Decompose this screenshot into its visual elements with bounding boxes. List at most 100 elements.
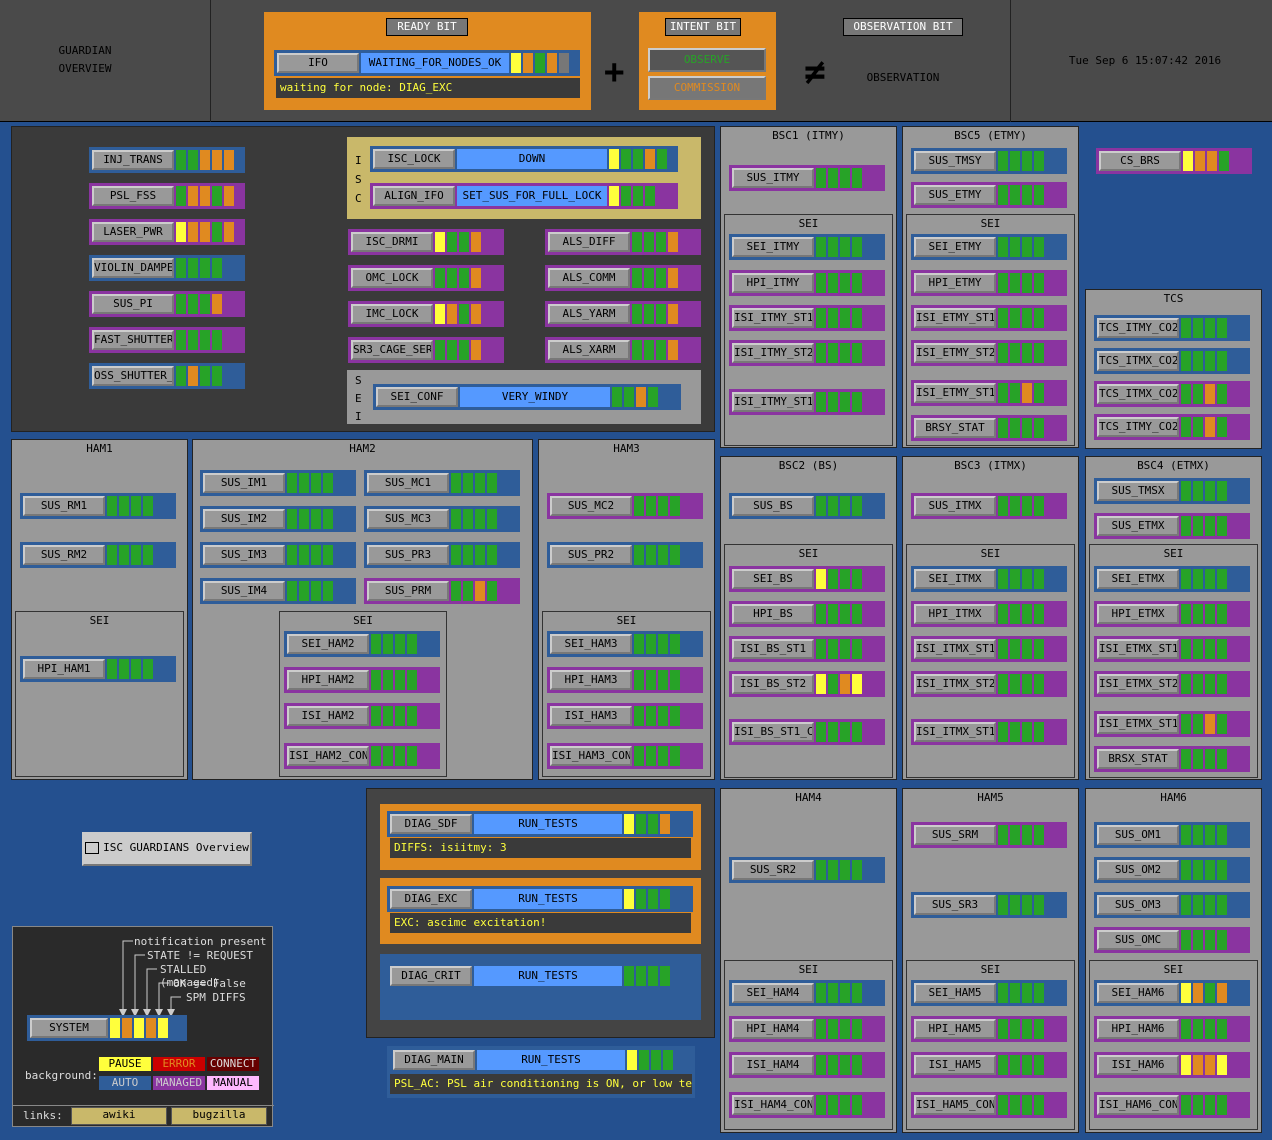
guardian-node[interactable]: SUS_IM3 — [200, 542, 356, 568]
node-button[interactable]: SUS_TMSY — [914, 151, 996, 171]
node-button[interactable]: ISI_HAM2_CONF — [287, 746, 369, 766]
node-button[interactable]: ISI_HAM6 — [1097, 1055, 1179, 1075]
guardian-node[interactable]: SUS_RM2 — [20, 542, 176, 568]
guardian-node[interactable]: HPI_HAM1 — [20, 656, 176, 682]
guardian-node[interactable]: ALS_COMM — [545, 265, 701, 291]
node-button[interactable]: IMC_LOCK — [351, 304, 433, 324]
node-button[interactable]: SEI_HAM6 — [1097, 983, 1179, 1003]
node-button[interactable]: SEI_HAM5 — [914, 983, 996, 1003]
node-button[interactable]: TCS_ITMX_CO2 — [1097, 351, 1179, 371]
node-button[interactable]: CS_BRS — [1099, 151, 1181, 171]
node-button[interactable]: SUS_IM4 — [203, 581, 285, 601]
node-button[interactable]: ISI_ETMY_ST2 — [914, 343, 996, 363]
guardian-node[interactable]: SUS_SRM — [911, 822, 1067, 848]
guardian-node[interactable]: SEI_BS — [729, 566, 885, 592]
guardian-node[interactable]: SUS_SR2 — [729, 857, 885, 883]
node-button[interactable]: SUS_RM2 — [23, 545, 105, 565]
node-button[interactable]: ISI_BS_ST1 — [732, 639, 814, 659]
node-button[interactable]: PSL_FSS — [92, 186, 174, 206]
node-button[interactable]: TCS_ITMY_CO2_PWR — [1097, 417, 1179, 437]
node-button[interactable]: HPI_ITMX — [914, 604, 996, 624]
guardian-node[interactable]: HPI_HAM4 — [729, 1016, 885, 1042]
guardian-node[interactable]: ISI_HAM6 — [1094, 1052, 1250, 1078]
node-button[interactable]: DIAG_EXC — [390, 889, 472, 909]
node-button[interactable]: SUS_PR3 — [367, 545, 449, 565]
guardian-node[interactable]: SEI_CONF VERY_WINDY — [373, 384, 681, 410]
guardian-node[interactable]: ISI_ETMY_ST2 — [911, 340, 1067, 366]
guardian-node[interactable]: LASER_PWR — [89, 219, 245, 245]
guardian-node[interactable]: SEI_ITMX — [911, 566, 1067, 592]
node-button[interactable]: VIOLIN_DAMPER — [92, 258, 174, 278]
node-button[interactable]: SUS_PI — [92, 294, 174, 314]
node-button[interactable]: INJ_TRANS — [92, 150, 174, 170]
guardian-node[interactable]: HPI_HAM2 — [284, 667, 440, 693]
node-button[interactable]: SUS_PRM — [367, 581, 449, 601]
node-button[interactable]: SUS_ETMY — [914, 185, 996, 205]
guardian-node[interactable]: SUS_IM1 — [200, 470, 356, 496]
guardian-node[interactable]: SUS_SR3 — [911, 892, 1067, 918]
guardian-node[interactable]: OMC_LOCK — [348, 265, 504, 291]
guardian-node[interactable]: ISI_ITMX_ST1 — [911, 636, 1067, 662]
node-button[interactable]: ALS_YARM — [548, 304, 630, 324]
node-button[interactable]: SEI_HAM3 — [550, 634, 632, 654]
guardian-node[interactable]: ISI_ETMX_ST2 — [1094, 671, 1250, 697]
node-button[interactable]: ISI_HAM3_CONF — [550, 746, 632, 766]
guardian-node[interactable]: SUS_PI — [89, 291, 245, 317]
guardian-node[interactable]: ISI_HAM5_CONF — [911, 1092, 1067, 1118]
node-button[interactable]: SUS_OM3 — [1097, 895, 1179, 915]
guardian-node[interactable]: SEI_HAM6 — [1094, 980, 1250, 1006]
guardian-node[interactable]: DIAG_EXC RUN_TESTS — [387, 886, 693, 912]
guardian-node[interactable]: ISI_ITMY_ST1 — [729, 305, 885, 331]
guardian-node[interactable]: ISI_HAM4 — [729, 1052, 885, 1078]
node-button[interactable]: ALS_XARM — [548, 340, 630, 360]
node-button[interactable]: SUS_BS — [732, 496, 814, 516]
guardian-node[interactable]: SUS_ITMX — [911, 493, 1067, 519]
node-button[interactable]: HPI_HAM2 — [287, 670, 369, 690]
guardian-node[interactable]: SUS_OM1 — [1094, 822, 1250, 848]
guardian-node[interactable]: VIOLIN_DAMPER — [89, 255, 245, 281]
guardian-node[interactable]: ISI_HAM2_CONF — [284, 743, 440, 769]
guardian-node[interactable]: SUS_TMSY — [911, 148, 1067, 174]
node-button[interactable]: BRSY_STAT — [914, 418, 996, 438]
guardian-node[interactable]: SUS_ITMY — [729, 165, 885, 191]
guardian-node[interactable]: CS_BRS — [1096, 148, 1252, 174]
node-button[interactable]: HPI_ETMY — [914, 273, 996, 293]
node-button[interactable]: SEI_ITMY — [732, 237, 814, 257]
node-button[interactable]: SUS_MC1 — [367, 473, 449, 493]
guardian-node[interactable]: DIAG_SDF RUN_TESTS — [387, 811, 693, 837]
guardian-node[interactable]: ISI_HAM3_CONF — [547, 743, 703, 769]
guardian-node[interactable]: SEI_HAM2 — [284, 631, 440, 657]
node-button[interactable]: FAST_SHUTTER — [92, 330, 174, 350]
node-button[interactable]: HPI_HAM1 — [23, 659, 105, 679]
guardian-node[interactable]: ISI_ETMX_ST1 — [1094, 636, 1250, 662]
node-button[interactable]: LASER_PWR — [92, 222, 174, 242]
guardian-node[interactable]: BRSX_STAT — [1094, 746, 1250, 772]
guardian-node[interactable]: SUS_IM2 — [200, 506, 356, 532]
guardian-node[interactable]: SUS_MC2 — [547, 493, 703, 519]
node-button[interactable]: SUS_TMSX — [1097, 481, 1179, 501]
node-button[interactable]: SUS_ITMY — [732, 168, 814, 188]
guardian-node[interactable]: OSS_SHUTTER_C — [89, 363, 245, 389]
guardian-node[interactable]: SUS_RM1 — [20, 493, 176, 519]
guardian-node[interactable]: ISI_BS_ST1_CONF — [729, 719, 885, 745]
guardian-node[interactable]: HPI_HAM5 — [911, 1016, 1067, 1042]
guardian-node[interactable]: SEI_ITMY — [729, 234, 885, 260]
node-button[interactable]: ISI_ETMX_ST2 — [1097, 674, 1179, 694]
guardian-node[interactable]: ISC_DRMI — [348, 229, 504, 255]
guardian-node[interactable]: SUS_OMC — [1094, 927, 1250, 953]
guardian-node[interactable]: SUS_BS — [729, 493, 885, 519]
node-button[interactable]: HPI_ETMX — [1097, 604, 1179, 624]
node-button[interactable]: ALS_DIFF — [548, 232, 630, 252]
node-button[interactable]: ISC_DRMI — [351, 232, 433, 252]
guardian-node[interactable]: FAST_SHUTTER — [89, 327, 245, 353]
guardian-node[interactable]: DIAG_CRIT RUN_TESTS — [387, 963, 693, 989]
node-button[interactable]: ISI_ETMY_ST1_CONF — [914, 383, 996, 403]
node-button[interactable]: ISI_HAM2 — [287, 706, 369, 726]
node-button[interactable]: HPI_HAM6 — [1097, 1019, 1179, 1039]
node-button[interactable]: SUS_RM1 — [23, 496, 105, 516]
guardian-node[interactable]: ISI_ETMX_ST1_CONF — [1094, 711, 1250, 737]
node-button[interactable]: BRSX_STAT — [1097, 749, 1179, 769]
node-button[interactable]: SUS_ETMX — [1097, 516, 1179, 536]
observe-button[interactable]: OBSERVE — [648, 48, 766, 72]
guardian-node[interactable]: ISI_ITMX_ST2 — [911, 671, 1067, 697]
